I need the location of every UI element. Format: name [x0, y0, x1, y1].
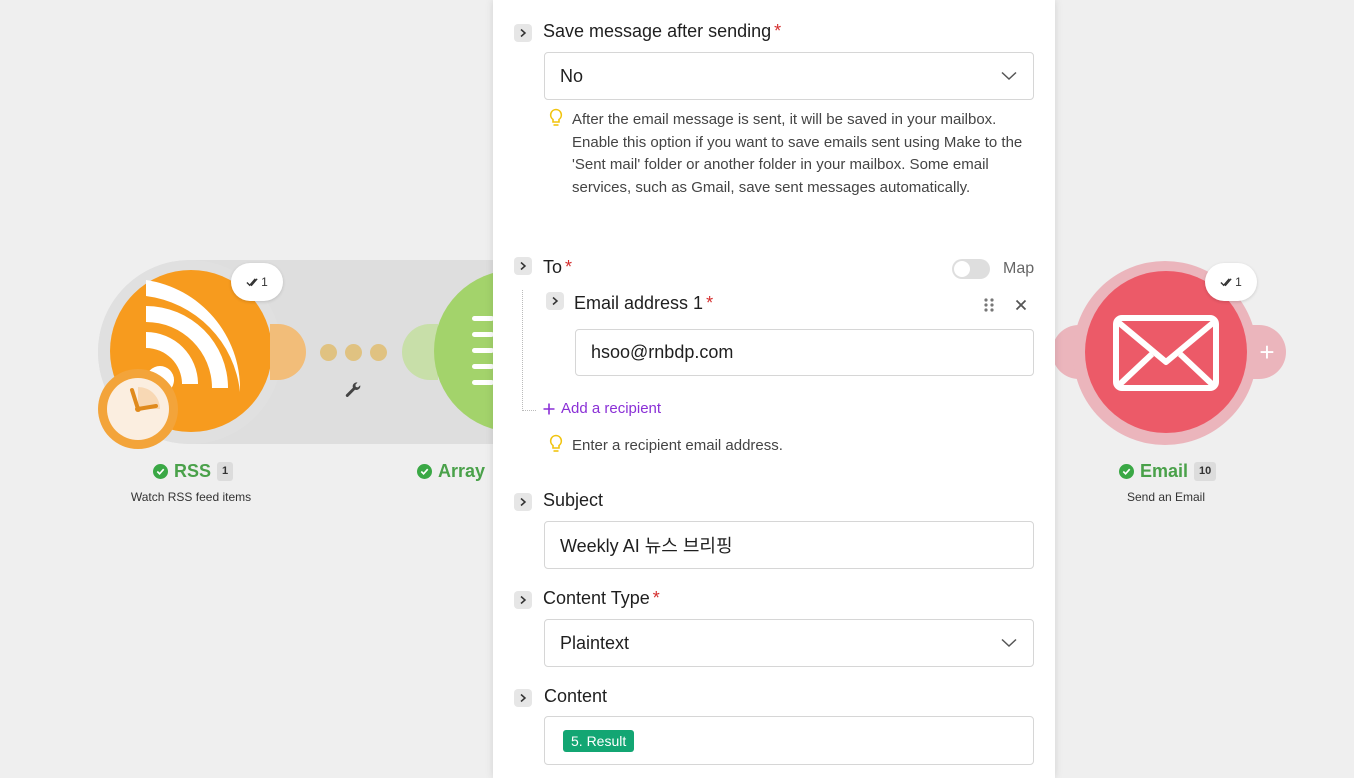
chevron-right-icon	[520, 261, 527, 271]
badge-count: 1	[261, 275, 268, 289]
expand-to-button[interactable]	[514, 257, 532, 275]
lightbulb-icon	[549, 434, 563, 452]
subject-label: Subject	[543, 490, 604, 510]
array-module-title: Array	[417, 461, 485, 482]
save-message-label: Save message after sending *	[543, 21, 782, 41]
expand-save-message-button[interactable]	[514, 24, 532, 42]
email-address-input[interactable]: hsoo@rnbdp.com	[575, 329, 1034, 376]
chevron-down-icon	[1001, 71, 1017, 81]
module-id-badge: 10	[1194, 462, 1217, 481]
check-circle-icon	[1119, 464, 1134, 479]
schedule-clock-icon[interactable]	[94, 368, 182, 450]
add-recipient-label: Add a recipient	[561, 400, 662, 417]
module-id-badge: 1	[217, 462, 234, 481]
email-operations-badge[interactable]: 1	[1205, 263, 1257, 301]
to-hint: Enter a recipient email address.	[572, 437, 783, 454]
required-mark: *	[774, 21, 782, 41]
input-value: hsoo@rnbdp.com	[591, 342, 734, 362]
chevron-right-icon	[552, 296, 559, 306]
map-toggle-label: Map	[1003, 260, 1035, 277]
chevron-right-icon	[520, 28, 527, 38]
content-label: Content	[544, 686, 608, 706]
rss-module-title: RSS 1	[153, 461, 234, 482]
expand-content-button[interactable]	[514, 689, 532, 707]
to-label: To *	[543, 257, 573, 277]
link-dot	[345, 344, 362, 361]
chevron-down-icon	[1001, 638, 1017, 648]
wrench-icon[interactable]	[343, 380, 363, 400]
chevron-right-icon	[520, 595, 527, 605]
content-type-label: Content Type *	[543, 588, 660, 608]
drag-handle-icon[interactable]	[983, 297, 995, 313]
check-circle-icon	[417, 464, 432, 479]
mapped-token[interactable]: 5. Result	[563, 729, 635, 752]
input-value: Weekly AI 뉴스 브리핑	[560, 536, 733, 556]
save-message-select[interactable]: No	[544, 52, 1034, 100]
module-name: Email	[1140, 461, 1189, 481]
required-mark: *	[652, 588, 660, 608]
required-mark: *	[565, 257, 573, 277]
module-name: RSS	[174, 461, 212, 481]
lightbulb-icon	[549, 108, 563, 126]
double-check-icon	[1220, 277, 1232, 286]
save-message-hint: After the email message is sent, it will…	[572, 111, 1023, 196]
chevron-right-icon	[520, 497, 527, 507]
expand-subject-button[interactable]	[514, 493, 532, 511]
module-settings-panel: Save message after sending * No After the…	[493, 0, 1055, 778]
map-toggle[interactable]	[952, 259, 990, 279]
subject-input[interactable]: Weekly AI 뉴스 브리핑	[544, 521, 1034, 569]
check-circle-icon	[153, 464, 168, 479]
add-recipient-button[interactable]: Add a recipient	[543, 400, 661, 417]
recipient-tree-branch	[522, 410, 536, 411]
expand-content-type-button[interactable]	[514, 591, 532, 609]
add-module-button[interactable]: +	[1242, 325, 1286, 379]
email-module-title: Email 10	[1119, 461, 1217, 482]
link-dot	[320, 344, 337, 361]
link-dot	[370, 344, 387, 361]
select-value: Plaintext	[560, 632, 630, 653]
double-check-icon	[246, 277, 258, 286]
badge-count: 1	[1235, 275, 1242, 289]
envelope-icon	[1113, 315, 1219, 391]
content-input[interactable]: 5. Result	[544, 716, 1034, 765]
required-mark: *	[706, 293, 714, 313]
module-name: Array	[438, 461, 486, 481]
chevron-right-icon	[520, 693, 527, 703]
rss-module-subtitle: Watch RSS feed items	[130, 490, 252, 504]
email-module-subtitle: Send an Email	[1126, 490, 1206, 504]
email-address-label: Email address 1 *	[574, 293, 714, 313]
recipient-tree-line	[522, 290, 523, 411]
expand-recipient-button[interactable]	[546, 292, 564, 310]
select-value: No	[560, 65, 584, 86]
plus-icon	[543, 403, 555, 414]
remove-recipient-icon[interactable]	[1015, 299, 1027, 311]
rss-operations-badge[interactable]: 1	[231, 263, 283, 301]
content-type-select[interactable]: Plaintext	[544, 619, 1034, 667]
